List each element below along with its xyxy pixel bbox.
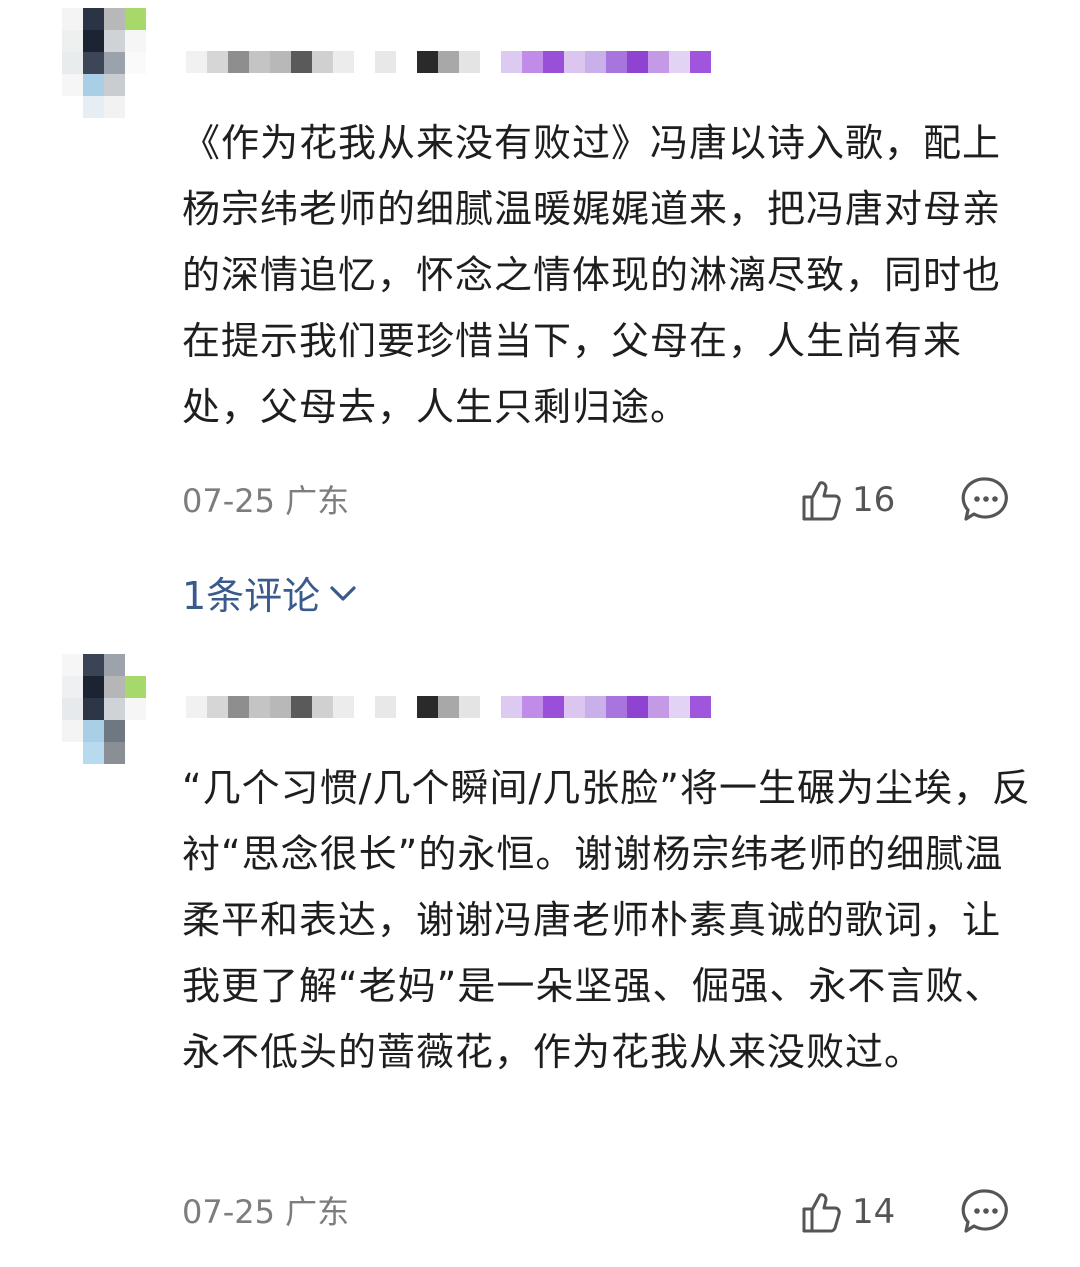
username-redacted[interactable] [186,51,711,73]
chevron-down-icon [330,585,356,601]
chat-bubble-icon[interactable] [960,474,1012,526]
comment-date: 07-25 [182,1193,275,1231]
avatar[interactable] [62,654,146,764]
comment-text: “几个习惯/几个瞬间/几张脸”将一生碾为尘埃，反衬“思念很长”的永恒。谢谢杨宗纬… [182,766,1031,1074]
comment-location: 广东 [285,482,350,520]
comment-meta: 07-25 广东 [182,1192,349,1232]
chat-bubble-icon[interactable] [960,1186,1012,1238]
like-button[interactable]: 14 [796,1188,895,1236]
replies-label: 1条评论 [182,574,321,618]
thumbs-up-icon [802,1193,841,1233]
view-replies-link[interactable]: 1条评论 [182,565,358,620]
comment-meta: 07-25 广东 [182,481,349,521]
avatar[interactable] [62,8,146,118]
comment-text: 《作为花我从来没有败过》冯唐以诗入歌，配上杨宗纬老师的细腻温暖娓娓道来，把冯唐对… [182,121,1002,429]
thumbs-up-icon [802,481,841,521]
like-count: 14 [852,1192,896,1232]
like-button[interactable]: 16 [796,476,895,524]
username-redacted[interactable] [186,696,711,718]
comment-location: 广东 [285,1193,350,1231]
like-count: 16 [852,480,896,520]
comment-date: 07-25 [182,482,275,520]
